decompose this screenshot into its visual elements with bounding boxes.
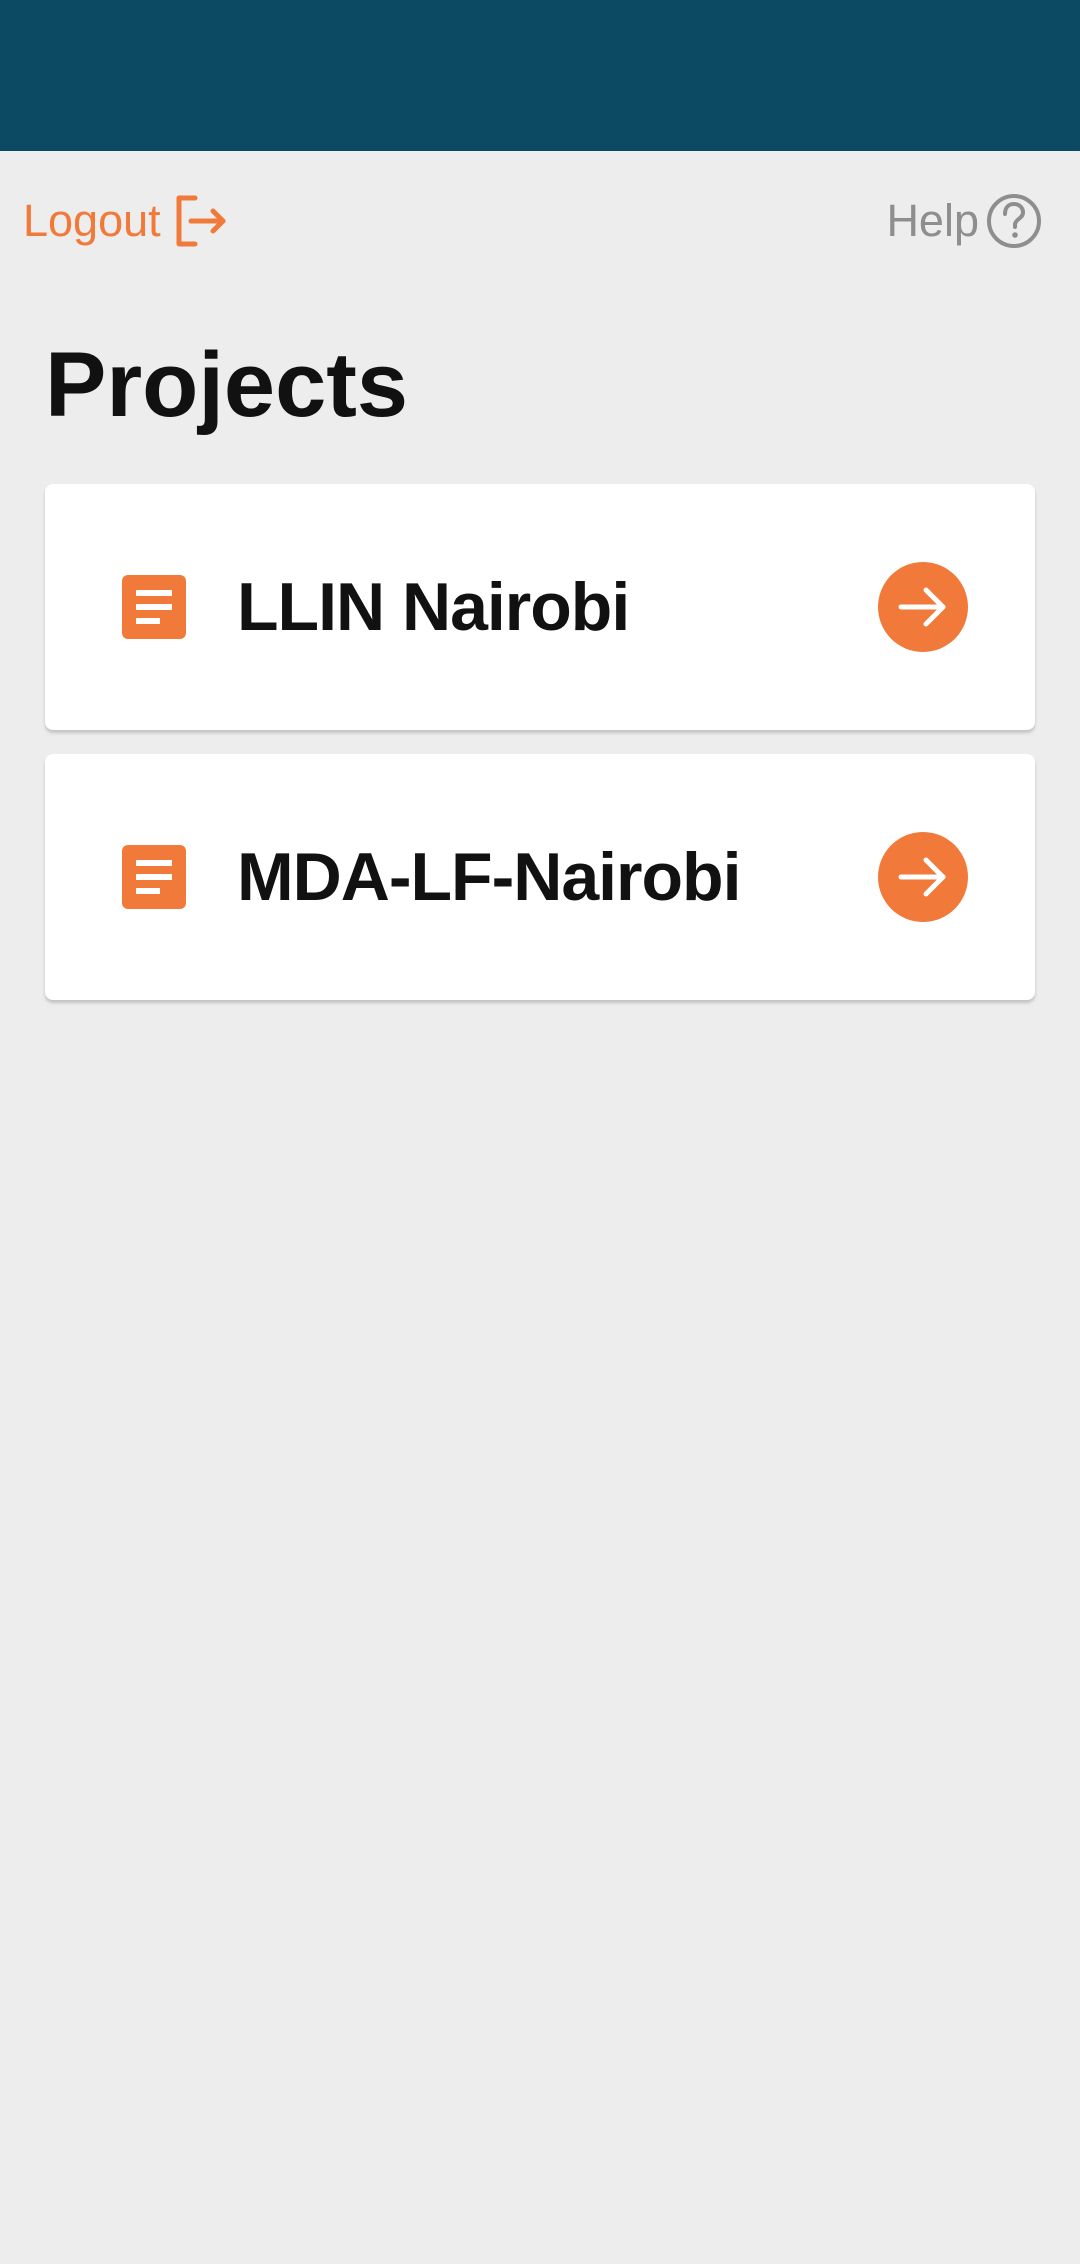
project-card-llin-nairobi[interactable]: LLIN Nairobi	[45, 484, 1035, 730]
page-title: Projects	[45, 334, 409, 436]
project-name: LLIN Nairobi	[237, 569, 630, 645]
project-name: MDA-LF-Nairobi	[237, 839, 741, 915]
logout-label: Logout	[23, 195, 161, 246]
project-card-mda-lf-nairobi[interactable]: MDA-LF-Nairobi	[45, 754, 1035, 1000]
project-list: LLIN Nairobi MDA-LF-Nairobi	[45, 484, 1035, 1024]
arrow-right-icon[interactable]	[878, 562, 968, 652]
status-bar	[0, 0, 1080, 151]
document-icon	[122, 845, 186, 909]
arrow-right-icon[interactable]	[878, 832, 968, 922]
top-actions-bar: Logout Help	[0, 151, 1080, 291]
logout-icon	[173, 194, 227, 248]
help-button[interactable]: Help	[886, 191, 1043, 251]
help-label: Help	[886, 195, 979, 246]
document-icon	[122, 575, 186, 639]
logout-button[interactable]: Logout	[23, 191, 227, 251]
help-circle-icon	[985, 192, 1043, 250]
